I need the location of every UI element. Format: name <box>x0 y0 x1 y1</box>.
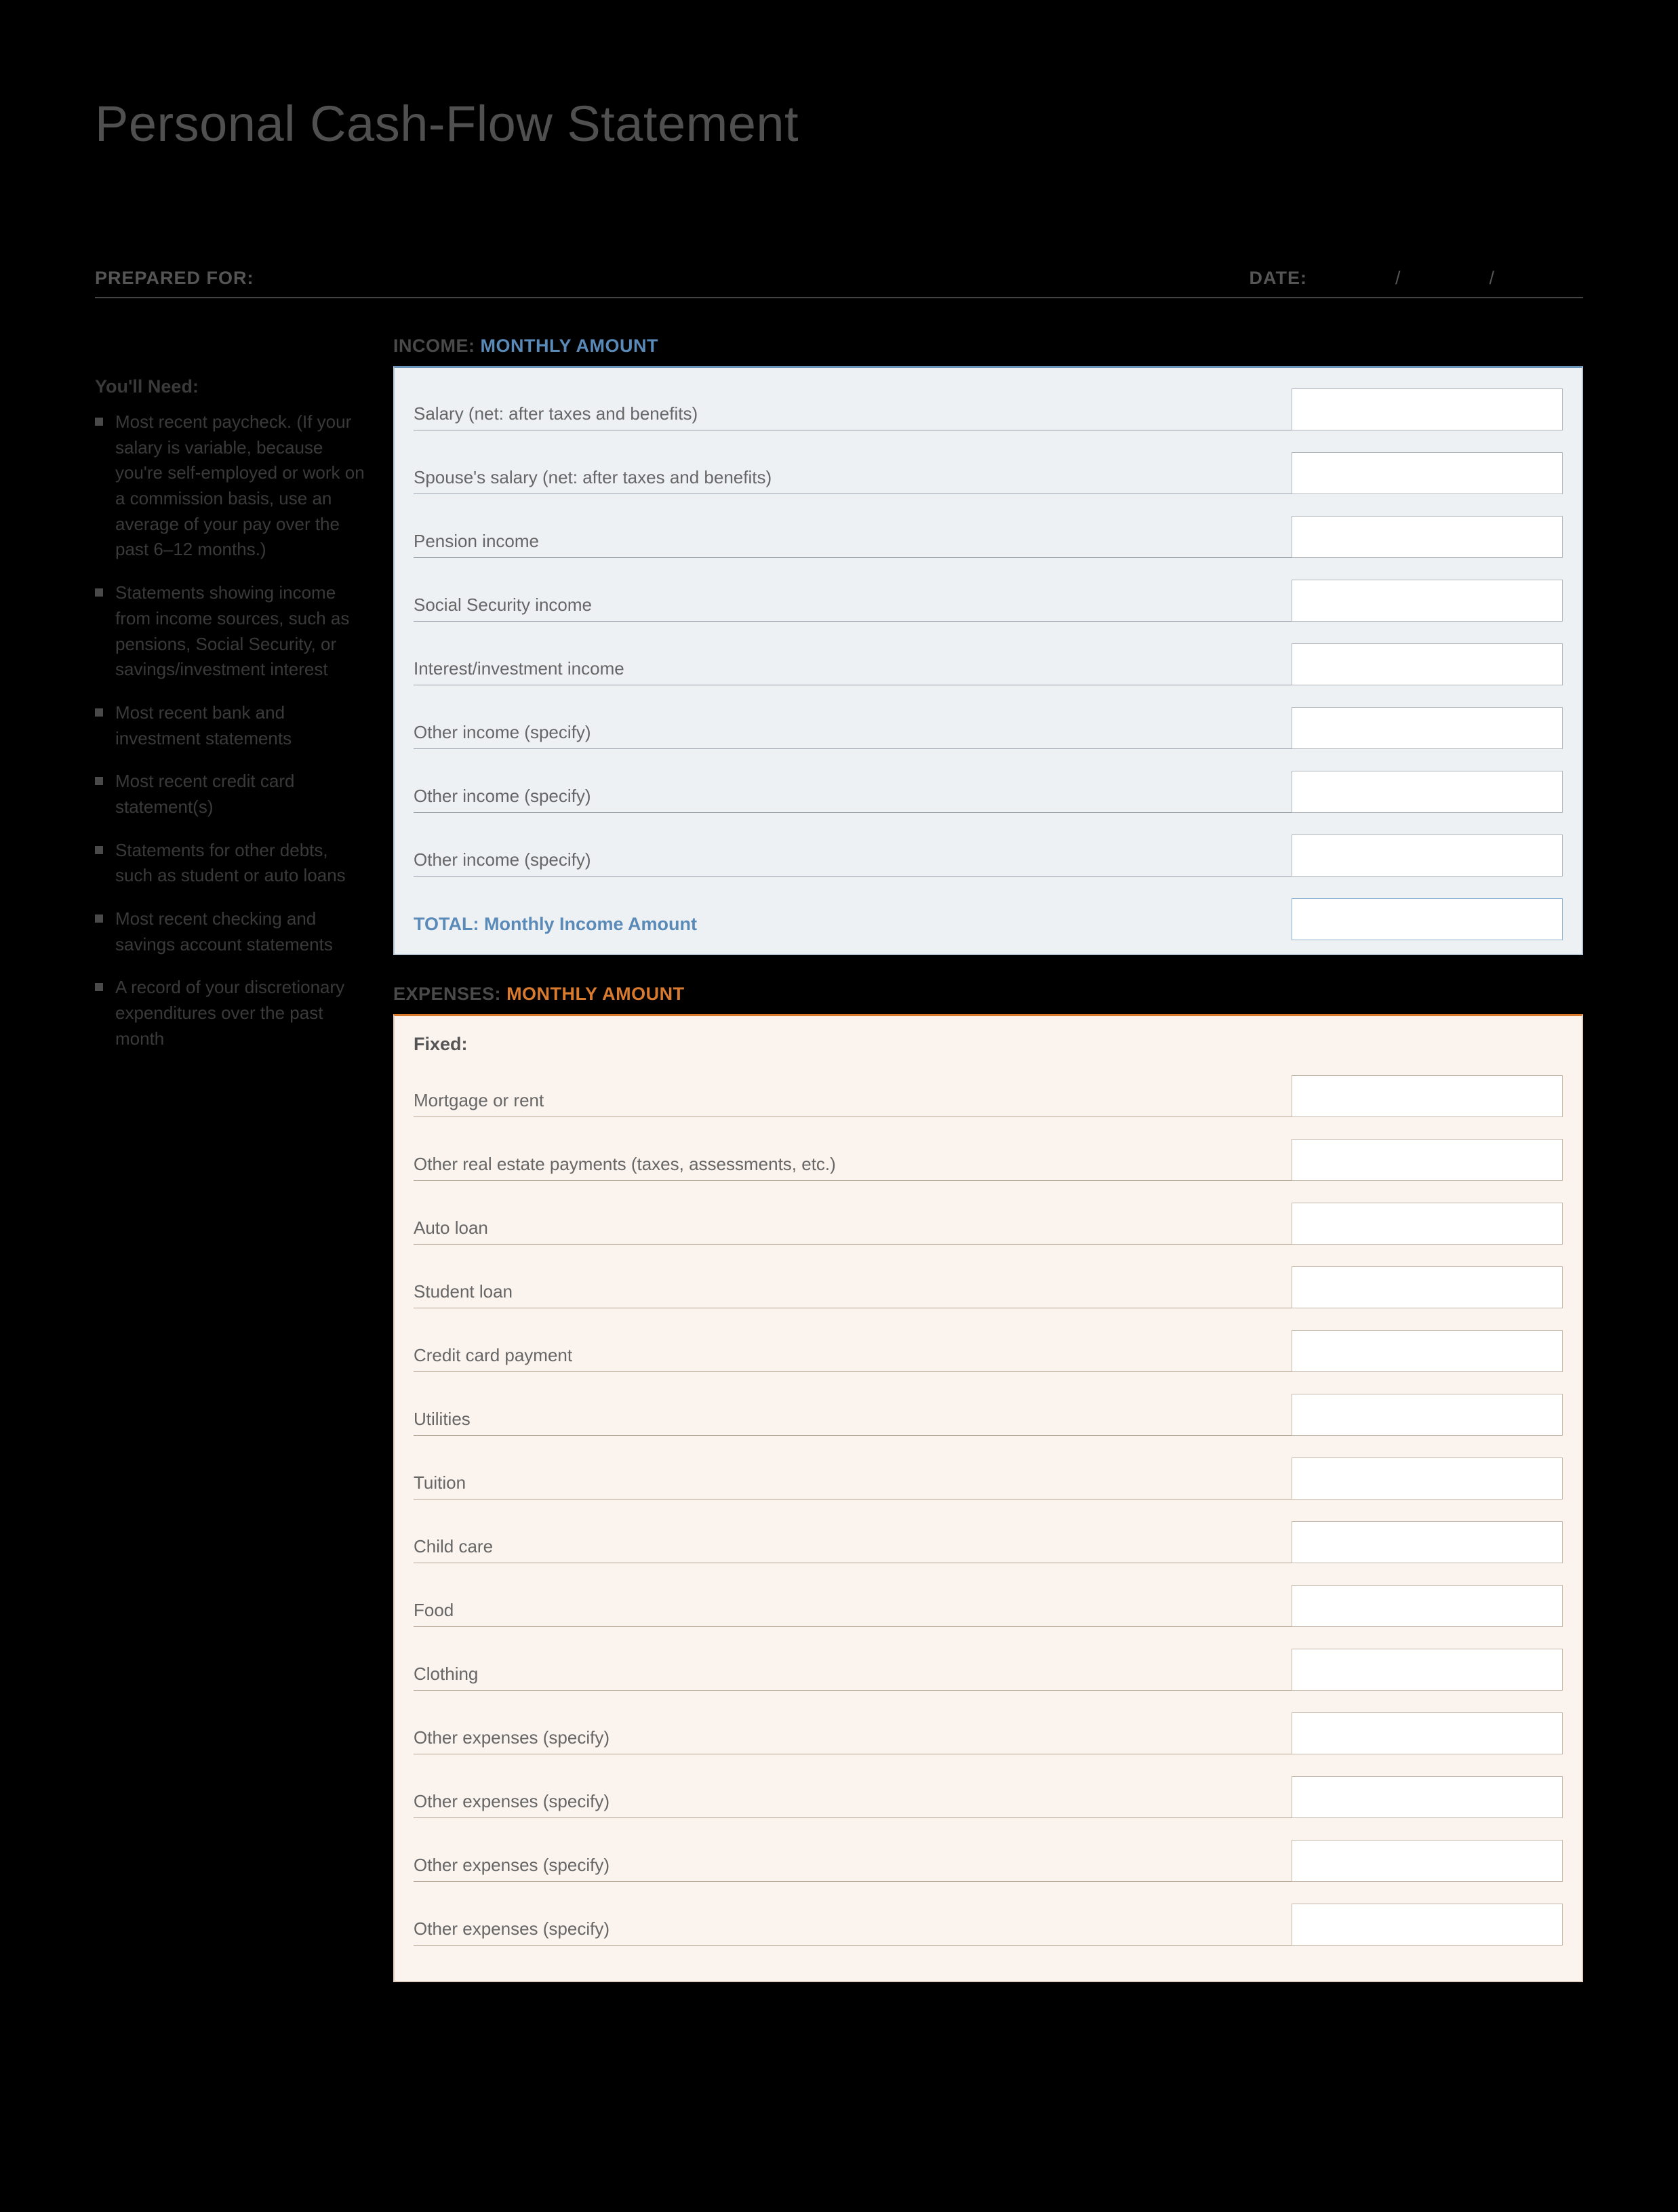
fixed-heading: Fixed: <box>414 1034 1563 1055</box>
income-row-label: Interest/investment income <box>414 658 1278 685</box>
income-total-input[interactable] <box>1292 898 1563 940</box>
expense-input-clothing[interactable] <box>1292 1649 1563 1691</box>
expense-row: Child care <box>414 1521 1563 1563</box>
date-slash-2: / <box>1489 268 1495 289</box>
income-row: Salary (net: after taxes and benefits) <box>414 388 1563 430</box>
income-row-label: Salary (net: after taxes and benefits) <box>414 403 1278 430</box>
expense-row: Utilities <box>414 1394 1563 1436</box>
expense-row-label: Food <box>414 1600 1278 1626</box>
income-row-label: Other income (specify) <box>414 722 1278 748</box>
income-section-header: INCOME: MONTHLY AMOUNT <box>393 336 1583 357</box>
content: INCOME: MONTHLY AMOUNT Salary (net: afte… <box>393 336 1583 1982</box>
sidebar-item: A record of your discretionary expenditu… <box>95 975 366 1051</box>
expense-input-other-4[interactable] <box>1292 1904 1563 1946</box>
income-row: Social Security income <box>414 580 1563 622</box>
sidebar-item: Most recent checking and savings account… <box>95 906 366 957</box>
expense-box: Fixed: Mortgage or rent Other real estat… <box>393 1014 1583 1982</box>
income-row-label: Pension income <box>414 531 1278 557</box>
income-total-label: TOTAL: Monthly Income Amount <box>414 914 1278 940</box>
income-row: Pension income <box>414 516 1563 558</box>
prepared-for-label: PREPARED FOR: <box>95 268 254 289</box>
income-row: Other income (specify) <box>414 834 1563 877</box>
sidebar-list: Most recent paycheck. (If your salary is… <box>95 409 366 1051</box>
expense-row: Auto loan <box>414 1203 1563 1245</box>
date-group: DATE: / / <box>1249 268 1583 289</box>
expense-row: Mortgage or rent <box>414 1075 1563 1117</box>
header-row: PREPARED FOR: DATE: / / <box>95 268 1583 298</box>
expense-input-child-care[interactable] <box>1292 1521 1563 1563</box>
expense-row: Tuition <box>414 1457 1563 1500</box>
expense-row-label: Other expenses (specify) <box>414 1855 1278 1881</box>
income-row-label: Social Security income <box>414 595 1278 621</box>
page-title: Personal Cash-Flow Statement <box>95 95 1583 153</box>
expense-row-label: Other expenses (specify) <box>414 1727 1278 1754</box>
expenses-label-accent: MONTHLY AMOUNT <box>501 984 685 1004</box>
sidebar-item: Statements for other debts, such as stud… <box>95 838 366 889</box>
expense-row-label: Student loan <box>414 1281 1278 1308</box>
income-input-other-2[interactable] <box>1292 771 1563 813</box>
income-input-other-1[interactable] <box>1292 707 1563 749</box>
income-row: Spouse's salary (net: after taxes and be… <box>414 452 1563 494</box>
expense-input-other-2[interactable] <box>1292 1776 1563 1818</box>
income-row-label: Other income (specify) <box>414 786 1278 812</box>
expense-row-label: Tuition <box>414 1472 1278 1499</box>
income-input-spouse-salary[interactable] <box>1292 452 1563 494</box>
expense-input-credit-card[interactable] <box>1292 1330 1563 1372</box>
date-label: DATE: <box>1249 268 1307 289</box>
expense-input-mortgage[interactable] <box>1292 1075 1563 1117</box>
income-row: Other income (specify) <box>414 771 1563 813</box>
expense-row: Food <box>414 1585 1563 1627</box>
sidebar-item: Statements showing income from income so… <box>95 580 366 683</box>
income-row: Other income (specify) <box>414 707 1563 749</box>
expense-row: Other expenses (specify) <box>414 1840 1563 1882</box>
income-input-other-3[interactable] <box>1292 834 1563 877</box>
expense-input-other-1[interactable] <box>1292 1712 1563 1754</box>
expenses-label-plain: EXPENSES: <box>393 984 501 1004</box>
expense-row-label: Other expenses (specify) <box>414 1791 1278 1817</box>
expense-row-label: Clothing <box>414 1664 1278 1690</box>
income-row-label: Spouse's salary (net: after taxes and be… <box>414 467 1278 494</box>
expense-input-tuition[interactable] <box>1292 1457 1563 1500</box>
expense-input-real-estate[interactable] <box>1292 1139 1563 1181</box>
expense-row-label: Child care <box>414 1536 1278 1563</box>
sidebar-item: Most recent paycheck. (If your salary is… <box>95 409 366 563</box>
date-slash-1: / <box>1395 268 1401 289</box>
expenses-section-header: EXPENSES: MONTHLY AMOUNT <box>393 984 1583 1005</box>
sidebar: You'll Need: Most recent paycheck. (If y… <box>95 336 366 1982</box>
expense-row-label: Credit card payment <box>414 1345 1278 1371</box>
expense-row: Student loan <box>414 1266 1563 1308</box>
expense-input-food[interactable] <box>1292 1585 1563 1627</box>
expense-row-label: Utilities <box>414 1409 1278 1435</box>
expense-input-utilities[interactable] <box>1292 1394 1563 1436</box>
income-input-pension[interactable] <box>1292 516 1563 558</box>
expense-row: Other real estate payments (taxes, asses… <box>414 1139 1563 1181</box>
sidebar-heading: You'll Need: <box>95 376 366 397</box>
income-label-plain: INCOME: <box>393 336 475 356</box>
expense-row: Other expenses (specify) <box>414 1776 1563 1818</box>
sidebar-item: Most recent credit card statement(s) <box>95 769 366 820</box>
expense-row-label: Auto loan <box>414 1218 1278 1244</box>
expense-input-other-3[interactable] <box>1292 1840 1563 1882</box>
income-row: Interest/investment income <box>414 643 1563 685</box>
income-input-social-security[interactable] <box>1292 580 1563 622</box>
expense-row-label: Other expenses (specify) <box>414 1918 1278 1945</box>
income-total-row: TOTAL: Monthly Income Amount <box>414 898 1563 940</box>
expense-row: Other expenses (specify) <box>414 1904 1563 1946</box>
expense-row-label: Mortgage or rent <box>414 1090 1278 1117</box>
income-input-salary[interactable] <box>1292 388 1563 430</box>
expense-input-auto-loan[interactable] <box>1292 1203 1563 1245</box>
income-input-interest[interactable] <box>1292 643 1563 685</box>
expense-row: Credit card payment <box>414 1330 1563 1372</box>
income-box: Salary (net: after taxes and benefits) S… <box>393 366 1583 955</box>
expense-row: Other expenses (specify) <box>414 1712 1563 1754</box>
expense-input-student-loan[interactable] <box>1292 1266 1563 1308</box>
income-label-accent: MONTHLY AMOUNT <box>475 336 659 356</box>
sidebar-item: Most recent bank and investment statemen… <box>95 700 366 751</box>
expense-row: Clothing <box>414 1649 1563 1691</box>
income-row-label: Other income (specify) <box>414 849 1278 876</box>
expense-row-label: Other real estate payments (taxes, asses… <box>414 1154 1278 1180</box>
